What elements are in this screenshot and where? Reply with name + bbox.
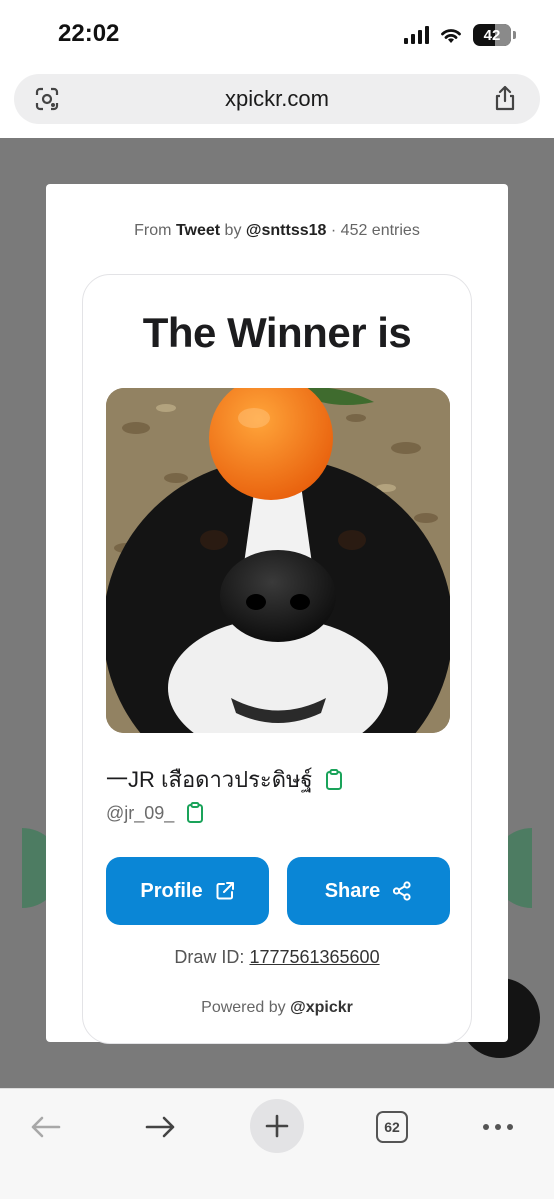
url-text[interactable]: xpickr.com <box>225 86 329 112</box>
winner-card: The Winner is 一JR เสือดาวประดิษฐ์ @jr_09… <box>82 274 472 1044</box>
arrow-left-icon <box>31 1116 61 1138</box>
share-button-label: Share <box>324 879 381 902</box>
status-icons: 42 <box>404 24 516 46</box>
forward-button[interactable] <box>132 1099 188 1155</box>
winner-title: The Winner is <box>142 309 412 356</box>
share-icon[interactable] <box>492 84 518 112</box>
winner-avatar-image <box>106 388 450 733</box>
wifi-icon <box>441 29 461 43</box>
profile-button-label: Profile <box>140 879 203 902</box>
battery-tip <box>513 31 516 39</box>
share-button[interactable]: Share <box>287 857 450 925</box>
winner-handle-row: @jr_09_ <box>106 802 204 824</box>
more-menu-button[interactable] <box>470 1099 526 1155</box>
source-line: From Tweet by @snttss18 · 452 entries <box>134 222 420 239</box>
new-tab-button[interactable] <box>250 1099 304 1153</box>
source-author[interactable]: @snttss18 <box>246 222 327 239</box>
tab-count: 62 <box>376 1111 408 1143</box>
draw-id-row: Draw ID: 1777561365600 <box>83 947 471 968</box>
entries-count: · 452 entries <box>330 222 420 239</box>
winner-modal: From Tweet by @snttss18 · 452 entries Th… <box>46 184 508 1044</box>
share-nodes-icon <box>393 881 411 901</box>
source-type: Tweet <box>175 222 221 239</box>
cellular-signal-icon <box>404 26 429 44</box>
draw-id-link[interactable]: 1777561365600 <box>249 947 379 967</box>
plus-icon <box>265 1114 289 1138</box>
winner-name: 一JR เสือดาวประดิษฐ์ <box>106 767 313 792</box>
copy-name-clipboard-icon[interactable] <box>325 768 343 791</box>
back-button[interactable] <box>18 1099 74 1155</box>
address-bar[interactable]: xpickr.com <box>14 74 540 124</box>
external-link-icon <box>216 882 234 900</box>
status-time: 22:02 <box>58 20 120 47</box>
browser-toolbar: 62 <box>0 1088 554 1199</box>
draw-id-label: Draw ID: <box>174 947 245 967</box>
powered-by: Powered by @xpickr <box>201 999 353 1016</box>
tabs-button[interactable]: 62 <box>364 1099 420 1155</box>
powered-by-brand[interactable]: @xpickr <box>290 999 353 1016</box>
battery-indicator: 42 <box>473 24 511 46</box>
winner-name-row: 一JR เสือดาวประดิษฐ์ <box>106 762 343 797</box>
url-bar-area: xpickr.com <box>0 66 554 138</box>
copy-handle-clipboard-icon[interactable] <box>186 802 204 824</box>
winner-handle: @jr_09_ <box>106 802 175 823</box>
screenshot-lens-icon[interactable] <box>34 86 60 112</box>
status-bar: 22:02 42 <box>0 0 554 66</box>
arrow-right-icon <box>145 1116 175 1138</box>
profile-button[interactable]: Profile <box>106 857 269 925</box>
more-dots-icon <box>483 1124 513 1130</box>
